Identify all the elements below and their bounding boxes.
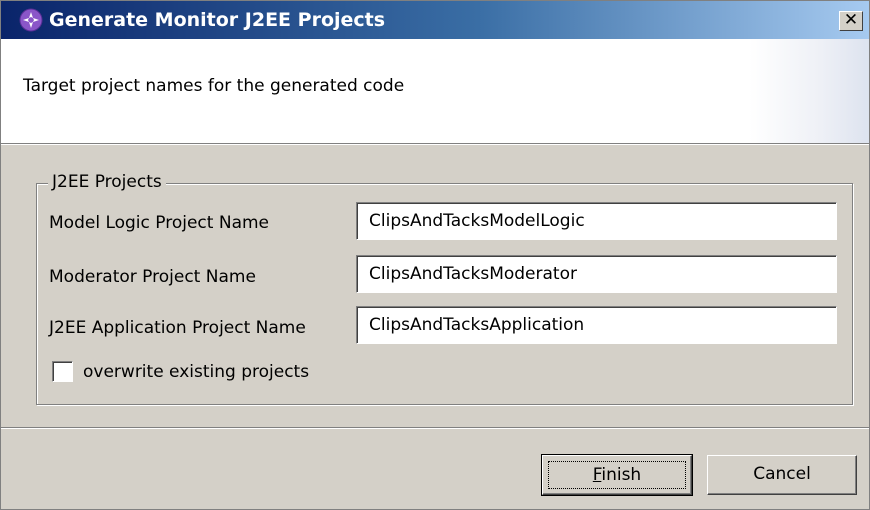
overwrite-checkbox[interactable] bbox=[52, 361, 73, 382]
button-bar-divider bbox=[1, 427, 869, 429]
wizard-banner: Target project names for the generated c… bbox=[1, 39, 869, 143]
moderator-project-input[interactable]: ClipsAndTacksModerator bbox=[356, 255, 837, 293]
close-button[interactable]: ✕ bbox=[839, 11, 863, 31]
j2ee-application-label: J2EE Application Project Name bbox=[49, 318, 306, 338]
cancel-button[interactable]: Cancel bbox=[707, 455, 857, 495]
overwrite-label[interactable]: overwrite existing projects bbox=[83, 362, 309, 382]
banner-message: Target project names for the generated c… bbox=[23, 76, 405, 96]
finish-button[interactable]: Finish bbox=[541, 454, 693, 496]
title-bar[interactable]: Generate Monitor J2EE Projects ✕ bbox=[1, 1, 869, 39]
j2ee-application-project-input[interactable]: ClipsAndTacksApplication bbox=[356, 306, 837, 344]
model-logic-label: Model Logic Project Name bbox=[49, 213, 270, 233]
group-legend: J2EE Projects bbox=[48, 172, 166, 192]
moderator-label: Moderator Project Name bbox=[49, 267, 256, 287]
finish-label-rest: inish bbox=[601, 465, 642, 485]
monitor-wizard-icon bbox=[19, 8, 43, 32]
finish-focus-ring: Finish bbox=[548, 461, 686, 489]
window-title: Generate Monitor J2EE Projects bbox=[49, 9, 386, 31]
close-icon: ✕ bbox=[843, 10, 859, 30]
banner-graphic bbox=[749, 39, 869, 143]
model-logic-project-input[interactable]: ClipsAndTacksModelLogic bbox=[356, 202, 837, 240]
dialog-window: Generate Monitor J2EE Projects ✕ Target … bbox=[0, 0, 870, 510]
banner-divider bbox=[1, 143, 869, 145]
